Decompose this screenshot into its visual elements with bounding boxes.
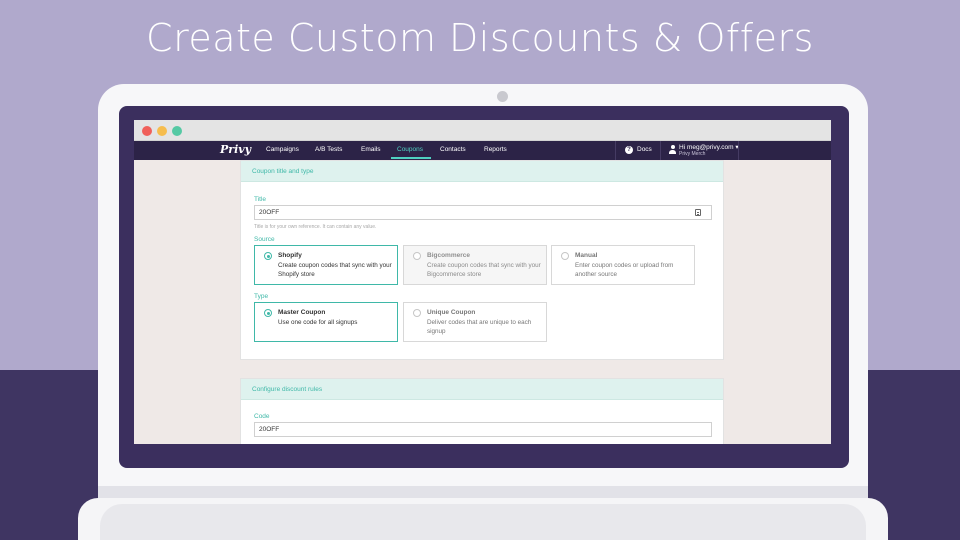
slide-title: Create Custom Discounts & Offers <box>146 16 814 60</box>
minimize-window-icon[interactable] <box>157 126 167 136</box>
radio-button[interactable] <box>264 252 272 260</box>
card-header: Coupon title and type <box>241 161 723 182</box>
maximize-window-icon[interactable] <box>172 126 182 136</box>
type-option-master-coupon[interactable]: Master Coupon Use one code for all signu… <box>254 302 398 342</box>
discount-rules-card: Configure discount rules Code 20OFF <box>240 378 724 444</box>
source-label: Source <box>254 236 275 243</box>
card-header: Configure discount rules <box>241 379 723 400</box>
nav-divider <box>660 141 661 160</box>
source-option-bigcommerce: Bigcommerce Create coupon codes that syn… <box>403 245 547 285</box>
type-label: Type <box>254 293 269 300</box>
laptop-hinge <box>98 486 868 498</box>
source-option-shopify[interactable]: Shopify Create coupon codes that sync wi… <box>254 245 398 285</box>
user-menu[interactable]: Hi meg@privy.com ▾ <box>679 143 739 151</box>
nav-divider <box>738 141 739 160</box>
nav-item-campaigns[interactable]: Campaigns <box>266 146 299 153</box>
active-tab-indicator <box>391 157 431 159</box>
app-screen: Privy Campaigns A/B Tests Emails Coupons… <box>134 120 831 444</box>
radio-button[interactable] <box>264 309 272 317</box>
nav-divider <box>615 141 616 160</box>
browser-titlebar <box>134 120 831 141</box>
title-input[interactable]: 20OFF <box>254 205 712 220</box>
nav-item-ab-tests[interactable]: A/B Tests <box>315 146 342 153</box>
help-icon[interactable]: ? <box>625 146 633 154</box>
coupon-title-type-card: Coupon title and type Title 20OFF Title … <box>240 160 724 360</box>
type-option-unique-coupon[interactable]: Unique Coupon Deliver codes that are uni… <box>403 302 547 342</box>
radio-button[interactable] <box>413 309 421 317</box>
title-label: Title <box>254 196 267 203</box>
top-navbar: Privy Campaigns A/B Tests Emails Coupons… <box>134 141 831 160</box>
laptop-keyboard-deck <box>100 504 866 540</box>
docs-link[interactable]: Docs <box>637 146 652 153</box>
nav-item-emails[interactable]: Emails <box>361 146 381 153</box>
camera-icon <box>497 91 508 102</box>
nav-item-contacts[interactable]: Contacts <box>440 146 466 153</box>
code-label: Code <box>254 413 270 420</box>
radio-button[interactable] <box>561 252 569 260</box>
source-option-manual[interactable]: Manual Enter coupon codes or upload from… <box>551 245 695 285</box>
clipboard-icon[interactable] <box>695 209 701 216</box>
code-input[interactable]: 20OFF <box>254 422 712 437</box>
user-icon <box>669 145 676 154</box>
title-help-text: Title is for your own reference. It can … <box>254 224 377 230</box>
nav-item-reports[interactable]: Reports <box>484 146 507 153</box>
nav-item-coupons[interactable]: Coupons <box>397 146 423 153</box>
privy-logo[interactable]: Privy <box>220 143 251 156</box>
store-name: Privy Merch <box>679 151 706 157</box>
radio-button <box>413 252 421 260</box>
close-window-icon[interactable] <box>142 126 152 136</box>
